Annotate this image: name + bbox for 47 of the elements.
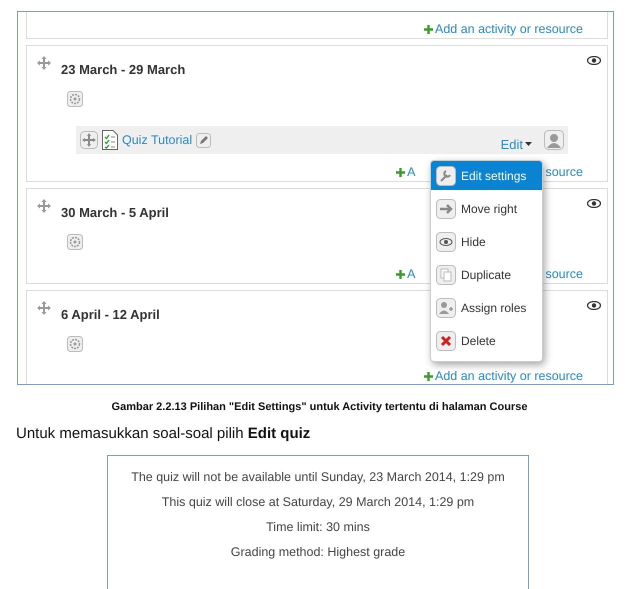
eye-icon[interactable] <box>587 199 601 208</box>
checklist-icon <box>102 130 118 150</box>
quiz-info-text: The quiz will not be available until Sunday, 23 March 2014, 1:29 pm <box>131 470 505 484</box>
gear-icon[interactable] <box>67 234 83 250</box>
add-activity-link[interactable]: A <box>407 267 416 281</box>
plus-icon[interactable] <box>424 24 433 34</box>
section-title: 23 March - 29 March <box>61 62 186 77</box>
gear-icon[interactable] <box>67 336 83 352</box>
wrench-icon <box>436 166 456 186</box>
menu-item[interactable]: Delete <box>431 326 542 355</box>
add-activity-link[interactable]: Add an activity or resource <box>435 369 583 383</box>
paragraph: Untuk memasukkan soal-soal pilih Edit quiz <box>16 425 312 442</box>
quiz-info-text: This quiz will close at Saturday, 29 March 2014, 1:29 pm <box>162 495 474 509</box>
menu-item[interactable]: Duplicate <box>431 260 542 289</box>
activity-link[interactable]: Quiz Tutorial <box>122 133 192 147</box>
close-icon <box>436 330 456 350</box>
move-icon[interactable] <box>37 199 51 213</box>
gear-icon[interactable] <box>67 91 83 107</box>
menu-item[interactable]: Assign roles <box>431 293 542 322</box>
menu-item[interactable]: Move right <box>431 194 542 223</box>
add-activity-link[interactable]: source <box>545 267 583 281</box>
pencil-icon[interactable] <box>196 132 212 148</box>
user-icon[interactable] <box>544 130 564 150</box>
quiz-info-text: Grading method: Highest grade <box>230 545 406 559</box>
eye-icon <box>436 232 456 252</box>
copy-icon <box>436 264 456 284</box>
plus-icon[interactable] <box>424 372 433 380</box>
add-activity-link[interactable]: source <box>545 165 583 179</box>
menu-item[interactable]: Hide <box>431 227 542 256</box>
edit-menu-button[interactable]: Edit <box>500 136 532 152</box>
arrow-right-icon <box>436 198 456 218</box>
move-icon[interactable] <box>37 301 51 315</box>
quiz-info-text: Time limit: 30 mins <box>266 520 370 534</box>
eye-icon[interactable] <box>587 301 601 310</box>
section-title: 30 March - 5 April <box>61 205 169 220</box>
add-activity-link[interactable]: A <box>407 165 416 179</box>
user-plus-icon <box>436 298 456 318</box>
move-icon[interactable] <box>80 131 98 149</box>
plus-icon[interactable] <box>396 168 406 176</box>
menu-item[interactable]: Edit settings <box>431 161 542 190</box>
figure-caption: Gambar 2.2.13 Pilihan "Edit Settings" untuk Activity tertentu di halaman Course <box>110 401 528 413</box>
move-icon[interactable] <box>37 56 51 70</box>
caret-icon <box>525 142 532 146</box>
eye-icon[interactable] <box>587 56 601 65</box>
section-title: 6 April - 12 April <box>61 307 160 322</box>
plus-icon[interactable] <box>396 270 406 278</box>
add-activity-link[interactable]: Add an activity or resource <box>435 22 583 36</box>
